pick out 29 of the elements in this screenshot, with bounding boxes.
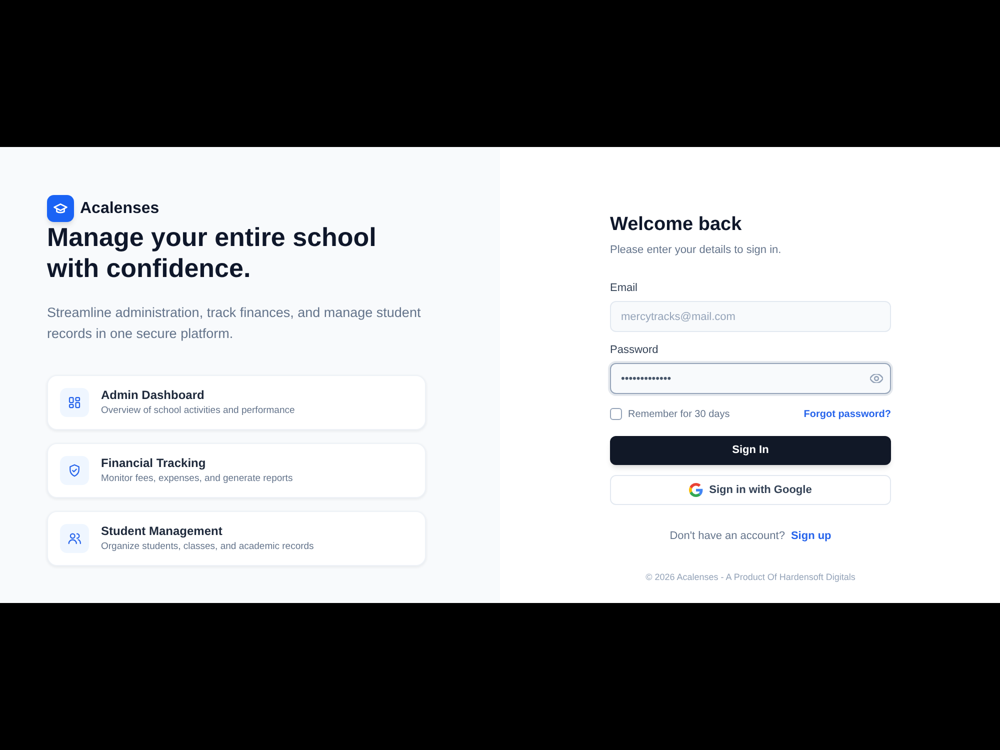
- field-label: Password: [610, 343, 660, 358]
- feature-description: Monitor fees, expenses, and generate reports: [101, 473, 293, 485]
- sign-in-button[interactable]: Sign In: [610, 436, 891, 465]
- shield-check-icon: [60, 456, 89, 485]
- forgot-password-link[interactable]: Forgot password?: [804, 406, 891, 422]
- sign-up-link[interactable]: Sign up: [790, 528, 832, 544]
- form-title: Welcome back: [610, 213, 743, 237]
- copyright-footer: © 2026 Acalenses - A Product Of Hardensoft Digitals: [610, 570, 891, 584]
- feature-title: Financial Tracking: [101, 456, 207, 470]
- google-logo-icon: [689, 483, 704, 497]
- password-field[interactable]: •••••••••••••: [610, 363, 891, 394]
- hero-description: Streamline administration, track finances, and manage student records in one secure platform.: [47, 304, 422, 343]
- email-field[interactable]: mercytracks@mail.com: [610, 301, 891, 332]
- feature-title: Admin Dashboard: [101, 388, 206, 402]
- feature-description: Overview of school activities and performance: [101, 405, 295, 417]
- feature-description: Organize students, classes, and academic records: [101, 541, 314, 553]
- feature-title: Student Management: [101, 524, 224, 538]
- form-subtitle: Please enter your details to sign in.: [610, 243, 782, 258]
- graduation-cap-icon: [47, 195, 74, 222]
- users-icon: [60, 524, 89, 553]
- brand-name: Acalenses: [80, 198, 160, 218]
- remember-label: Remember for 30 days: [628, 408, 730, 422]
- dashboard-grid-icon: [60, 388, 89, 417]
- signup-prompt: Don't have an account?: [670, 528, 785, 544]
- eye-icon[interactable]: [870, 372, 883, 385]
- checkbox[interactable]: [610, 408, 622, 420]
- hero-heading: Manage your entire school with confidence.: [47, 222, 378, 284]
- google-sign-in-button[interactable]: Sign in with Google: [610, 475, 891, 505]
- field-label: Email: [610, 281, 639, 296]
